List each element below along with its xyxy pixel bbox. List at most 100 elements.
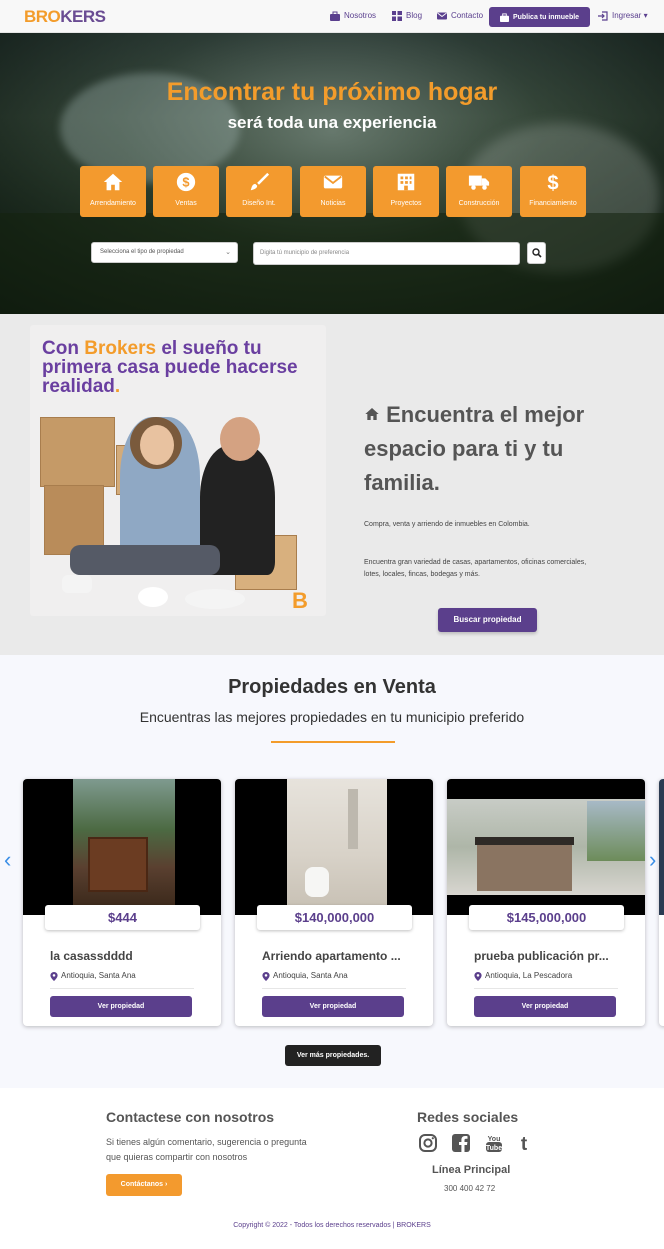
- image-content: [475, 837, 574, 845]
- publish-property-button[interactable]: Publica tu inmueble: [489, 7, 590, 27]
- promo-image: Con Brokers el sueño tu primera casa pue…: [30, 325, 326, 616]
- envelope-icon: [437, 12, 447, 20]
- property-image[interactable]: [23, 779, 221, 915]
- promo-dot: .: [114, 376, 121, 397]
- publish-label: Publica tu inmueble: [512, 13, 580, 21]
- municipio-placeholder: Digita tú municipio de preferencia: [260, 250, 350, 256]
- hero-banner: Encontrar tu próximo hogar será toda una…: [0, 33, 664, 314]
- property-location: Antioquia, Santa Ana: [262, 970, 348, 982]
- property-card[interactable]: $140,000,000 Arriendo apartamento ... An…: [235, 779, 433, 1026]
- property-card[interactable]: $145,000,000 prueba publicación pr... An…: [447, 779, 645, 1026]
- category-label: Proyectos: [390, 200, 422, 207]
- category-label: Financiamiento: [529, 200, 577, 207]
- more-properties-button[interactable]: Ver más propiedades.: [285, 1045, 381, 1066]
- dollar-circle-icon: $: [176, 172, 196, 192]
- category-construccion[interactable]: Construcción: [446, 166, 512, 217]
- contact-text: Si tienes algún comentario, sugerencia o…: [106, 1137, 307, 1162]
- nav-link-label: Contacto: [451, 11, 484, 20]
- nav-link-label: Nosotros: [344, 11, 377, 20]
- cardboard-box: [40, 417, 115, 487]
- property-location: Antioquia, Santa Ana: [50, 970, 136, 982]
- tumblr-icon[interactable]: t: [514, 1133, 534, 1153]
- jeans: [70, 545, 220, 575]
- property-price: $145,000,000: [469, 905, 624, 930]
- image-content: [305, 867, 329, 897]
- youtube-tube-text: Tube: [486, 1145, 502, 1152]
- search-button[interactable]: [527, 242, 546, 264]
- social-title: Redes sociales: [417, 1109, 519, 1125]
- view-property-button[interactable]: Ver propiedad: [474, 996, 616, 1017]
- home-icon: [103, 173, 123, 191]
- section-divider: [271, 741, 395, 743]
- property-location-text: Antioquia, La Pescadora: [485, 971, 573, 980]
- image-content: [287, 779, 387, 905]
- listings-section: Propiedades en Venta Encuentras las mejo…: [0, 655, 664, 1088]
- bowl: [138, 587, 168, 607]
- property-type-select[interactable]: Selecciona el tipo de propiedad ⌄: [91, 242, 238, 263]
- category-label: Ventas: [175, 200, 197, 207]
- nav-link-label: Blog: [406, 11, 423, 20]
- image-content: [88, 837, 148, 892]
- property-image[interactable]: [447, 779, 645, 915]
- property-title: la casassdddd: [50, 949, 133, 963]
- property-card-partial[interactable]: [659, 779, 664, 1026]
- search-property-button[interactable]: Buscar propiedad: [438, 608, 537, 632]
- category-arrendamiento[interactable]: Arrendamiento: [80, 166, 146, 217]
- nav-link-blog[interactable]: Blog: [392, 10, 422, 22]
- category-financiamiento[interactable]: $ Financiamiento: [520, 166, 586, 217]
- instagram-icon[interactable]: [418, 1133, 438, 1153]
- login-dropdown[interactable]: Ingresar ▾: [598, 10, 648, 22]
- carousel-next-arrow[interactable]: ›: [649, 848, 656, 872]
- briefcase-icon: [330, 11, 340, 21]
- view-property-button[interactable]: Ver propiedad: [50, 996, 192, 1017]
- promo-prefix: Con: [42, 338, 85, 359]
- map-marker-icon: [262, 971, 270, 981]
- image-content: [477, 841, 572, 891]
- listings-title: Propiedades en Venta: [228, 676, 436, 698]
- youtube-icon[interactable]: You Tube: [484, 1133, 504, 1153]
- category-proyectos[interactable]: Proyectos: [373, 166, 439, 217]
- category-noticias[interactable]: Noticias: [300, 166, 366, 217]
- nav-link-nosotros[interactable]: Nosotros: [330, 10, 376, 22]
- nav-link-contacto[interactable]: Contacto: [437, 10, 483, 22]
- about-paragraph-2: Encuentra gran variedad de casas, aparta…: [364, 559, 587, 578]
- municipio-search-input[interactable]: Digita tú municipio de preferencia: [253, 242, 520, 265]
- map-marker-icon: [50, 971, 58, 981]
- carousel-prev-arrow[interactable]: ‹: [4, 848, 11, 872]
- truck-icon: [468, 175, 490, 190]
- chevron-down-icon: ⌄: [225, 249, 231, 256]
- search-icon: [532, 248, 542, 258]
- category-diseno[interactable]: Diseño Int.: [226, 166, 292, 217]
- social-icons: You Tube t: [417, 1133, 537, 1157]
- hero-title: Encontrar tu próximo hogar: [166, 78, 498, 106]
- category-ventas[interactable]: $ Ventas: [153, 166, 219, 217]
- brand-logo[interactable]: BROKERS: [24, 7, 106, 26]
- grid-icon: [392, 11, 402, 21]
- category-buttons: Arrendamiento $ Ventas Diseño Int. Notic…: [80, 166, 588, 217]
- category-label: Noticias: [320, 200, 346, 207]
- plate: [185, 589, 245, 609]
- view-property-button[interactable]: Ver propiedad: [262, 996, 404, 1017]
- main-line-phone: 300 400 42 72: [444, 1184, 496, 1193]
- woman-face: [140, 425, 174, 465]
- logo-part-2: KERS: [60, 7, 106, 26]
- top-navbar: BROKERS Nosotros Blog Contacto Publica t…: [0, 0, 664, 33]
- property-card[interactable]: $444 la casassdddd Antioquia, Santa Ana …: [23, 779, 221, 1026]
- briefcase-icon: [499, 12, 509, 22]
- listings-subtitle: Encuentras las mejores propiedades en tu…: [139, 709, 525, 725]
- building-icon: [397, 173, 415, 191]
- envelope-icon: [323, 175, 343, 189]
- property-location: Antioquia, La Pescadora: [474, 970, 572, 982]
- paintbrush-icon: [250, 172, 270, 191]
- property-type-value: Selecciona el tipo de propiedad: [100, 249, 184, 255]
- card-divider: [50, 988, 194, 989]
- facebook-icon[interactable]: [451, 1133, 471, 1153]
- svg-text:$: $: [182, 175, 189, 190]
- contact-button[interactable]: Contáctanos ›: [106, 1174, 182, 1196]
- category-label: Diseño Int.: [242, 200, 276, 207]
- contact-title: Contactese con nosotros: [106, 1109, 275, 1125]
- property-price: $140,000,000: [257, 905, 412, 930]
- property-location-text: Antioquia, Santa Ana: [273, 971, 348, 980]
- brokers-b-mark: B: [292, 588, 308, 613]
- property-image[interactable]: [235, 779, 433, 915]
